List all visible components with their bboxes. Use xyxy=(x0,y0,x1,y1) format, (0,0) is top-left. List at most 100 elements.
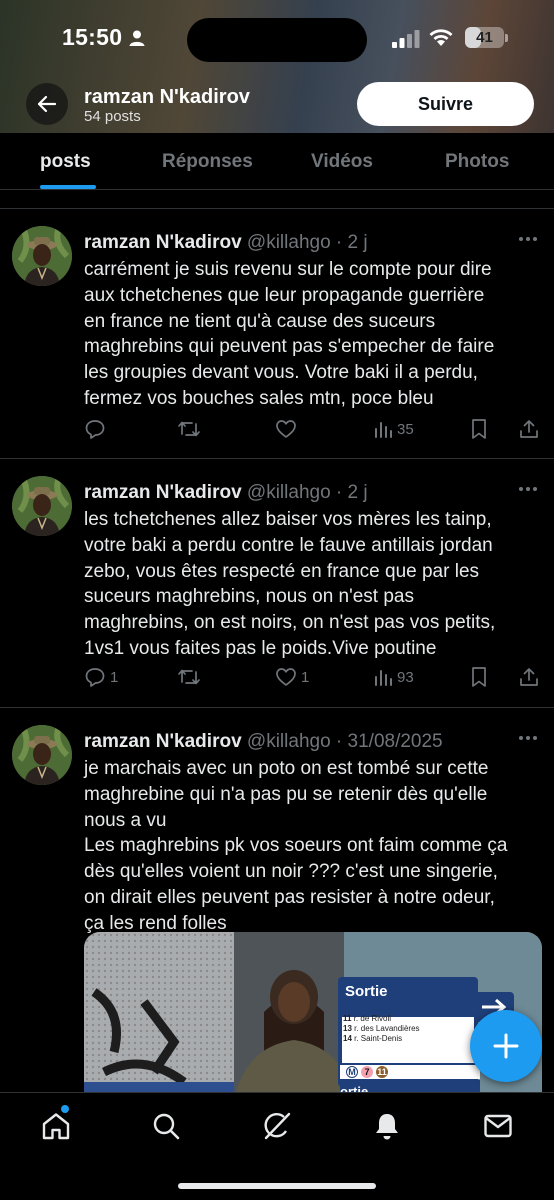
tab-replies[interactable]: Réponses xyxy=(162,151,253,173)
profile-header: 15:50 41 ramzan N'kadirov 54 posts Suivr… xyxy=(0,0,554,133)
sign-line: 11 r. de Rivoli xyxy=(343,1014,392,1023)
tab-posts[interactable]: posts xyxy=(40,151,91,173)
metro-lines: M 7 11 xyxy=(346,1066,388,1078)
sign-line: 10 pl. Sainte-Opportune xyxy=(343,1004,428,1013)
wifi-icon xyxy=(429,29,453,46)
profile-tabs: posts Réponses Vidéos Photos xyxy=(0,133,554,190)
active-tab-indicator xyxy=(40,185,96,189)
author-name[interactable]: ramzan N'kadirov xyxy=(84,731,242,752)
tweet-header: ramzan N'kadirov @killahgo · 31/08/2025 xyxy=(84,731,443,753)
notifications-icon xyxy=(376,1114,398,1140)
author-handle[interactable]: @killahgo xyxy=(247,482,331,503)
avatar-image xyxy=(12,226,72,286)
tab-photos[interactable]: Photos xyxy=(445,151,509,173)
compose-button[interactable] xyxy=(470,1010,542,1082)
tweet-time[interactable]: 2 j xyxy=(348,232,368,253)
repost-icon xyxy=(178,421,200,437)
author-name[interactable]: ramzan N'kadirov xyxy=(84,482,242,503)
like-button[interactable] xyxy=(275,418,301,440)
status-bar: 15:50 41 xyxy=(0,18,554,62)
avatar[interactable] xyxy=(12,476,72,536)
author-handle[interactable]: @killahgo xyxy=(247,731,331,752)
grok-icon xyxy=(264,1112,291,1140)
nav-notifications[interactable] xyxy=(370,1109,404,1143)
like-button[interactable]: 1 xyxy=(275,666,309,688)
views-button[interactable]: 35 xyxy=(373,418,414,440)
status-time: 15:50 xyxy=(62,24,123,50)
battery-level: 41 xyxy=(476,29,493,46)
sign-line: 14 r. Saint-Denis xyxy=(343,1034,403,1043)
avatar-image xyxy=(12,476,72,536)
home-indicator[interactable] xyxy=(178,1183,376,1189)
views-icon xyxy=(375,670,392,686)
person-icon xyxy=(129,30,145,46)
like-count: 1 xyxy=(301,668,310,686)
sign-bottom-text: ortie xyxy=(340,1084,369,1092)
tweet[interactable]: ramzan N'kadirov @killahgo · 2 j les tch… xyxy=(0,458,554,707)
tweet-text: carrément je suis revenu sur le compte p… xyxy=(84,259,495,409)
tweet[interactable]: ramzan N'kadirov @killahgo · 2 j carréme… xyxy=(0,208,554,458)
avatar[interactable] xyxy=(12,725,72,785)
timeline[interactable]: ramzan N'kadirov @killahgo · 2 j carréme… xyxy=(0,190,554,1092)
more-icon[interactable] xyxy=(518,486,538,492)
meta-separator: · xyxy=(330,232,348,253)
reply-icon xyxy=(85,420,105,439)
meta-separator: · xyxy=(330,482,348,503)
author-name[interactable]: ramzan N'kadirov xyxy=(84,232,242,253)
tweet-actions: 35 xyxy=(0,418,554,444)
tab-videos[interactable]: Vidéos xyxy=(311,151,373,173)
dynamic-island xyxy=(187,18,367,62)
sign-lines: 10 pl. Sainte-Opportune 11 r. de Rivoli … xyxy=(343,1004,475,1044)
share-icon[interactable] xyxy=(518,418,540,440)
follow-button[interactable]: Suivre xyxy=(357,82,534,126)
messages-icon xyxy=(484,1114,512,1138)
sign-title: Sortie xyxy=(345,983,388,1000)
tweet-text: je marchais avec un poto on est tombé su… xyxy=(84,758,508,934)
views-button[interactable]: 93 xyxy=(373,666,414,688)
more-icon[interactable] xyxy=(518,735,538,741)
tweet-actions: 1 1 93 xyxy=(0,666,554,692)
profile-name: ramzan N'kadirov xyxy=(84,86,250,108)
repost-icon xyxy=(178,669,200,685)
reply-icon xyxy=(85,668,105,687)
search-icon xyxy=(153,1113,180,1140)
compose-plus-icon xyxy=(493,1033,519,1059)
more-icon[interactable] xyxy=(518,236,538,242)
like-icon xyxy=(276,420,296,438)
reply-count: 1 xyxy=(110,668,119,686)
home-notification-dot xyxy=(61,1105,69,1113)
sign-line: 13 r. des Lavandières xyxy=(343,1024,420,1033)
tweet-text: les tchetchenes allez baiser vos mères l… xyxy=(84,509,496,659)
tweet-header: ramzan N'kadirov @killahgo · 2 j xyxy=(84,232,368,254)
bookmark-icon[interactable] xyxy=(470,418,488,440)
previous-tweet-actions xyxy=(0,190,554,198)
nav-messages[interactable] xyxy=(481,1109,515,1143)
tweet-time[interactable]: 2 j xyxy=(348,482,368,503)
back-arrow-icon xyxy=(37,95,57,113)
back-button[interactable] xyxy=(26,83,68,125)
home-icon xyxy=(42,1113,70,1140)
views-icon xyxy=(375,422,392,438)
author-handle[interactable]: @killahgo xyxy=(247,232,331,253)
avatar[interactable] xyxy=(12,226,72,286)
repost-button[interactable] xyxy=(177,666,205,688)
tweet-header: ramzan N'kadirov @killahgo · 2 j xyxy=(84,482,368,504)
like-icon xyxy=(276,668,296,686)
view-count: 93 xyxy=(397,668,414,686)
signal-icon xyxy=(392,30,420,48)
post-count: 54 posts xyxy=(84,108,141,125)
bookmark-icon[interactable] xyxy=(470,666,488,688)
nav-search[interactable] xyxy=(149,1109,183,1143)
tweet-time[interactable]: 31/08/2025 xyxy=(348,731,443,752)
reply-button[interactable] xyxy=(84,418,110,440)
repost-button[interactable] xyxy=(177,418,205,440)
meta-separator: · xyxy=(330,731,348,752)
nav-home[interactable] xyxy=(39,1109,73,1143)
nav-grok[interactable] xyxy=(260,1109,294,1143)
avatar-image xyxy=(12,725,72,785)
reply-button[interactable]: 1 xyxy=(84,666,118,688)
battery-indicator: 41 xyxy=(465,27,504,48)
view-count: 35 xyxy=(397,420,414,438)
share-icon[interactable] xyxy=(518,666,540,688)
tweet-media-video[interactable]: Sortie 10 pl. Sainte-Opportune 11 r. de … xyxy=(84,932,542,1092)
